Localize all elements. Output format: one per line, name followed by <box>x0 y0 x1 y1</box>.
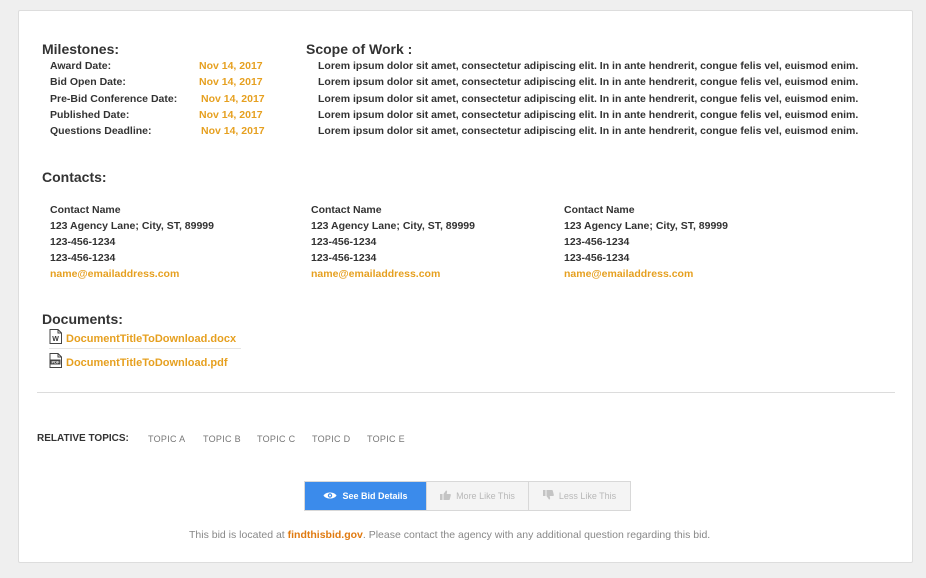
milestone-label: Pre-Bid Conference Date: <box>50 93 178 105</box>
thumbs-down-icon <box>542 490 559 502</box>
contact-address: 123 Agency Lane; City, ST, 89999 <box>564 220 728 232</box>
contact-name: Contact Name <box>564 204 635 216</box>
scope-line: Lorem ipsum dolor sit amet, consectetur … <box>318 60 859 72</box>
milestones-heading: Milestones: <box>42 41 120 57</box>
milestone-label: Bid Open Date: <box>50 76 126 88</box>
bid-location-suffix: . Please contact the agency with any add… <box>362 529 711 541</box>
contact-name: Contact Name <box>50 204 121 216</box>
contact-phone: 123-456-1234 <box>50 252 116 264</box>
pdf-doc-icon: PDF <box>49 353 66 373</box>
see-bid-details-label: See Bid Details <box>342 491 408 501</box>
svg-text:PDF: PDF <box>52 360 61 365</box>
word-doc-icon: W <box>49 329 66 349</box>
topic-tag[interactable]: TOPIC C <box>257 434 295 444</box>
document-link[interactable]: DocumentTitleToDownload.docx <box>66 333 236 345</box>
bid-location-prefix: This bid is located at <box>189 529 288 541</box>
eye-icon <box>323 491 342 502</box>
milestone-date: Nov 14, 2017 <box>201 93 265 105</box>
contacts-heading: Contacts: <box>42 169 107 185</box>
topic-tag[interactable]: TOPIC D <box>312 434 350 444</box>
bid-location-note: This bid is located at findthisbid.gov. … <box>189 529 710 541</box>
document-separator <box>49 348 241 349</box>
bid-details-card: Milestones: Award Date: Nov 14, 2017 Bid… <box>18 10 913 563</box>
topic-tag[interactable]: TOPIC B <box>203 434 241 444</box>
document-item[interactable]: PDF DocumentTitleToDownload.pdf <box>49 353 228 373</box>
scope-line: Lorem ipsum dolor sit amet, consectetur … <box>318 76 859 88</box>
contact-email-link[interactable]: name@emailaddress.com <box>50 268 179 280</box>
contact-email-link[interactable]: name@emailaddress.com <box>564 268 693 280</box>
bid-site-link[interactable]: findthisbid.gov <box>288 529 363 541</box>
scope-line: Lorem ipsum dolor sit amet, consectetur … <box>318 125 859 137</box>
topic-tag[interactable]: TOPIC E <box>367 434 405 444</box>
contact-email-link[interactable]: name@emailaddress.com <box>311 268 440 280</box>
milestone-date: Nov 14, 2017 <box>199 60 263 72</box>
milestone-date: Nov 14, 2017 <box>199 109 263 121</box>
more-like-this-label: More Like This <box>456 491 515 501</box>
contact-phone: 123-456-1234 <box>311 252 377 264</box>
thumbs-up-icon <box>440 490 456 502</box>
more-like-this-button[interactable]: More Like This <box>426 482 528 510</box>
contact-address: 123 Agency Lane; City, ST, 89999 <box>50 220 214 232</box>
scope-line: Lorem ipsum dolor sit amet, consectetur … <box>318 93 859 105</box>
milestone-date: Nov 14, 2017 <box>201 125 265 137</box>
scope-heading: Scope of Work : <box>306 41 413 57</box>
scope-line: Lorem ipsum dolor sit amet, consectetur … <box>318 109 859 121</box>
bid-actions-group: See Bid Details More Like This Less Like… <box>304 481 631 511</box>
see-bid-details-button[interactable]: See Bid Details <box>305 482 426 510</box>
document-item[interactable]: W DocumentTitleToDownload.docx <box>49 329 236 349</box>
relative-topics-label: RELATIVE TOPICS: <box>37 433 129 444</box>
contact-phone: 123-456-1234 <box>50 236 116 248</box>
contact-phone: 123-456-1234 <box>564 236 630 248</box>
document-link[interactable]: DocumentTitleToDownload.pdf <box>66 357 228 369</box>
contact-address: 123 Agency Lane; City, ST, 89999 <box>311 220 475 232</box>
milestone-date: Nov 14, 2017 <box>199 76 263 88</box>
contact-phone: 123-456-1234 <box>311 236 377 248</box>
topic-tag[interactable]: TOPIC A <box>148 434 185 444</box>
milestone-label: Published Date: <box>50 109 130 121</box>
svg-text:W: W <box>52 336 59 343</box>
contact-phone: 123-456-1234 <box>564 252 630 264</box>
documents-heading: Documents: <box>42 311 123 327</box>
milestone-label: Award Date: <box>50 60 112 72</box>
section-divider <box>37 392 895 393</box>
less-like-this-button[interactable]: Less Like This <box>528 482 630 510</box>
milestone-label: Questions Deadline: <box>50 125 152 137</box>
less-like-this-label: Less Like This <box>558 491 617 501</box>
contact-name: Contact Name <box>311 204 382 216</box>
